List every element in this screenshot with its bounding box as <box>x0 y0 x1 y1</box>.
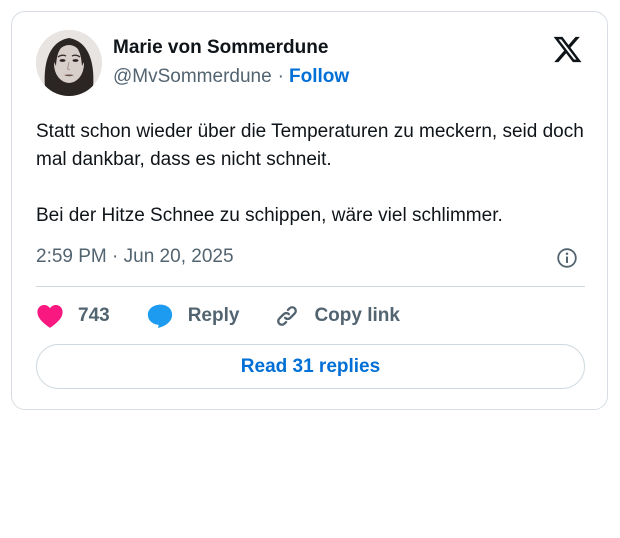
action-bar: 743 Reply Copy link <box>36 301 400 331</box>
like-button[interactable]: 743 <box>36 303 110 329</box>
author-avatar[interactable] <box>36 30 102 96</box>
reply-button[interactable]: Reply <box>146 302 240 330</box>
heart-icon <box>37 305 63 328</box>
info-icon[interactable] <box>556 247 578 269</box>
author-handle-row: @MvSommerdune · Follow <box>113 66 349 88</box>
tweet-card: Marie von Sommerdune @MvSommerdune · Follo… <box>11 11 608 410</box>
link-chain-icon <box>277 306 298 326</box>
author-name[interactable]: Marie von Sommerdune <box>113 37 328 59</box>
tweet-timestamp[interactable]: 2:59 PM · Jun 20, 2025 <box>36 246 234 268</box>
portrait-avatar-icon <box>36 30 102 96</box>
divider <box>36 286 585 287</box>
tweet-paragraph: Bei der Hitze Schnee zu schippen, wäre v… <box>36 205 503 226</box>
reply-label: Reply <box>187 305 240 326</box>
author-handle[interactable]: @MvSommerdune <box>113 66 272 87</box>
copy-link-label: Copy link <box>314 305 400 326</box>
read-replies-button[interactable]: Read 31 replies <box>36 344 585 389</box>
x-logo-icon[interactable] <box>552 34 583 65</box>
like-count: 743 <box>78 305 110 326</box>
info-circle-glyph <box>557 248 577 268</box>
x-logo-glyph <box>553 36 582 63</box>
tweet-paragraph: Statt schon wieder über die Temperaturen… <box>36 121 584 170</box>
tweet-text: Statt schon wieder über die Temperaturen… <box>36 118 586 230</box>
copy-link-button[interactable]: Copy link <box>273 302 400 330</box>
follow-button[interactable]: Follow <box>289 66 349 87</box>
separator-dot: · <box>277 66 284 87</box>
reply-bubble-icon <box>147 304 172 329</box>
